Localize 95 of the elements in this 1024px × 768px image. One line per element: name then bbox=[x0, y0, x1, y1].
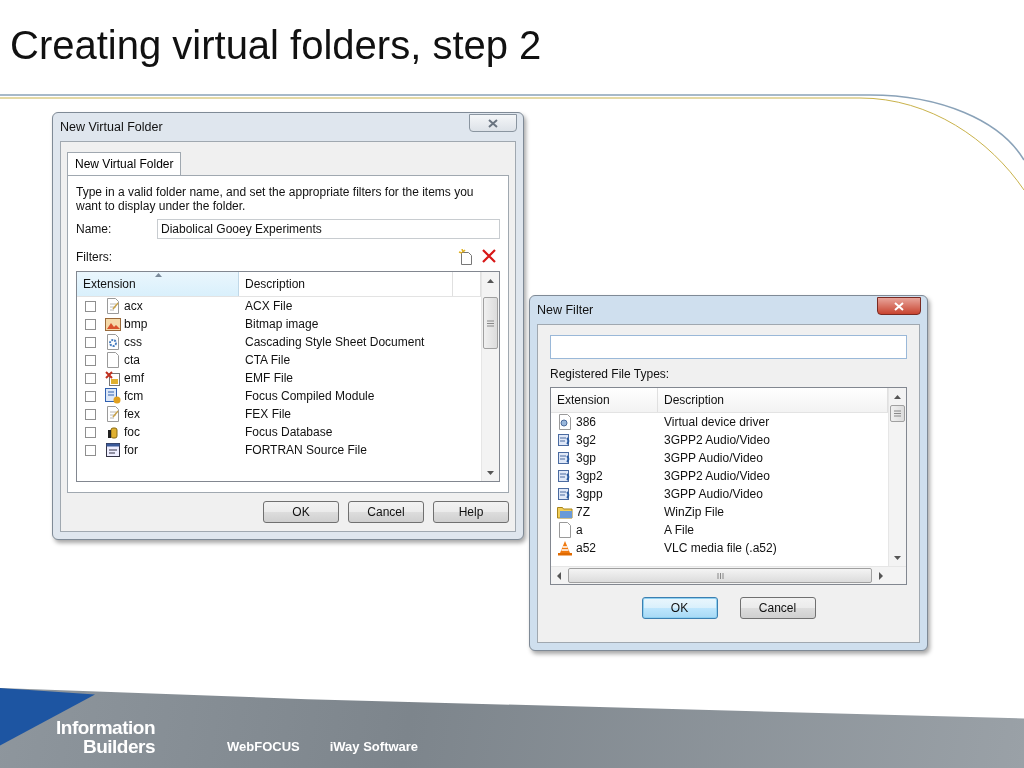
extension-text: bmp bbox=[124, 317, 148, 331]
dialog-button[interactable]: OK bbox=[641, 597, 718, 619]
scroll-up-arrow-icon bbox=[487, 278, 494, 283]
database-icon bbox=[105, 424, 121, 440]
dialog-button[interactable]: Cancel bbox=[348, 501, 424, 523]
new-item-icon[interactable] bbox=[458, 249, 474, 265]
scroll-right-arrow-icon bbox=[879, 571, 883, 580]
traffic-cone-icon bbox=[557, 540, 573, 556]
gear-icon bbox=[105, 334, 121, 350]
grip-icon bbox=[894, 410, 901, 417]
table-cell-text: FEX File bbox=[244, 407, 292, 421]
grip-icon bbox=[487, 319, 494, 327]
code-file-icon bbox=[105, 442, 121, 458]
checkbox[interactable] bbox=[85, 426, 96, 438]
logo-text: Information bbox=[56, 718, 155, 737]
picture-icon bbox=[105, 370, 121, 386]
dialog-button[interactable]: Cancel bbox=[739, 597, 816, 619]
footer-text: iWay Software bbox=[329, 739, 419, 756]
scroll-down-arrow-icon bbox=[894, 555, 901, 560]
table-cell-text: CTA File bbox=[244, 353, 292, 367]
table-cell-text: EMF File bbox=[244, 371, 294, 385]
delete-icon[interactable] bbox=[482, 249, 496, 263]
field-label: Name: bbox=[76, 222, 113, 236]
checkbox[interactable] bbox=[85, 354, 96, 366]
table-cell-text: Cascading Style Sheet Document bbox=[244, 335, 426, 349]
scroll-left-arrow-icon bbox=[557, 571, 561, 580]
tab[interactable]: New Virtual Folder bbox=[67, 152, 182, 175]
scroll-down-arrow-icon bbox=[487, 470, 494, 475]
file-icon bbox=[105, 352, 121, 368]
column-header[interactable]: Extension bbox=[77, 272, 239, 296]
dialog-button[interactable]: OK bbox=[263, 501, 339, 523]
extension-text: acx bbox=[124, 299, 143, 313]
grip-icon bbox=[716, 572, 724, 579]
slide-title: Creating virtual folders, step 2 bbox=[10, 22, 543, 68]
close-button[interactable] bbox=[469, 114, 517, 132]
table-cell-text: 3GPP2 Audio/Video bbox=[663, 433, 771, 447]
checkbox[interactable] bbox=[85, 444, 96, 456]
extension-text: 3gp bbox=[576, 451, 597, 465]
table-cell-text: 3GPP Audio/Video bbox=[663, 451, 764, 465]
close-icon bbox=[488, 118, 498, 128]
file-icon bbox=[557, 522, 573, 538]
extension-text: 3g2 bbox=[576, 433, 597, 447]
folder-icon bbox=[557, 504, 573, 520]
name-field[interactable]: Diabolical Gooey Experiments bbox=[157, 219, 500, 239]
table-cell-text: Virtual device driver bbox=[663, 415, 771, 429]
table-cell-text: WinZip File bbox=[663, 505, 725, 519]
table-cell-text: 3GPP Audio/Video bbox=[663, 487, 764, 501]
instruction-text: Type in a valid folder name, and set the appropriate filters for the items you want to display under the folder. bbox=[76, 185, 475, 213]
dialog-title: New Virtual Folder bbox=[60, 120, 163, 134]
extension-text: a bbox=[576, 523, 583, 537]
checkbox[interactable] bbox=[85, 318, 96, 330]
image-icon bbox=[105, 316, 121, 332]
extension-text: cta bbox=[124, 353, 140, 367]
table-cell-text: VLC media file (.a52) bbox=[663, 541, 778, 555]
document-icon bbox=[105, 406, 121, 422]
extension-text: 386 bbox=[576, 415, 597, 429]
scroll-up-arrow-icon bbox=[894, 394, 901, 399]
table-cell-text: Focus Database bbox=[244, 425, 334, 439]
column-header[interactable]: Description bbox=[239, 272, 453, 296]
table-cell-text: 3GPP2 Audio/Video bbox=[663, 469, 771, 483]
extension-text: fcm bbox=[124, 389, 144, 403]
extension-text: a52 bbox=[576, 541, 597, 555]
gear-file-icon bbox=[557, 414, 573, 430]
extension-text: 3gpp bbox=[576, 487, 603, 501]
checkbox[interactable] bbox=[85, 390, 96, 402]
table-cell-text: ACX File bbox=[244, 299, 294, 313]
extension-text: css bbox=[124, 335, 142, 349]
table-cell-text: Bitmap image bbox=[244, 317, 320, 331]
filter-field[interactable] bbox=[550, 335, 907, 359]
extension-text: emf bbox=[124, 371, 144, 385]
footer-text: WebFOCUS bbox=[227, 739, 300, 756]
dialog-button[interactable]: Help bbox=[433, 501, 509, 523]
logo-text: Builders bbox=[82, 737, 155, 756]
table-cell-text: A File bbox=[663, 523, 695, 537]
close-button[interactable] bbox=[877, 297, 921, 315]
table-cell-text: FORTRAN Source File bbox=[244, 443, 368, 457]
scrollbar[interactable] bbox=[551, 566, 906, 584]
checkbox[interactable] bbox=[85, 372, 96, 384]
checkbox[interactable] bbox=[85, 336, 96, 348]
scrollbar[interactable] bbox=[888, 388, 906, 566]
dialog-title: New Filter bbox=[537, 303, 594, 317]
close-icon bbox=[894, 301, 904, 311]
column-header[interactable]: Extension bbox=[551, 388, 658, 412]
extension-text: for bbox=[124, 443, 138, 457]
extension-text: foc bbox=[124, 425, 140, 439]
extension-text: 7Z bbox=[576, 505, 590, 519]
checkbox[interactable] bbox=[85, 300, 96, 312]
checkbox[interactable] bbox=[85, 408, 96, 420]
scrollbar[interactable] bbox=[481, 272, 499, 481]
extension-text: fex bbox=[124, 407, 140, 421]
extension-text: 3gp2 bbox=[576, 469, 603, 483]
table-cell-text: Focus Compiled Module bbox=[244, 389, 376, 403]
field-label: Filters: bbox=[76, 250, 112, 264]
program-icon bbox=[105, 388, 121, 404]
list-label: Registered File Types: bbox=[550, 367, 671, 381]
